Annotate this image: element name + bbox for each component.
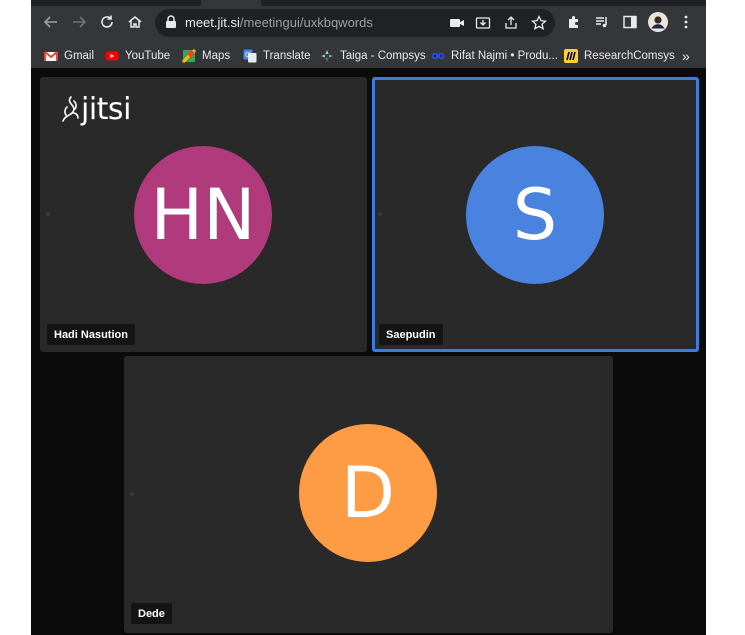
- taiga-icon: [321, 50, 333, 62]
- connection-indicator[interactable]: [46, 212, 50, 216]
- browser-toolbar: meet.jit.si/meetingui/uxkbqwords: [31, 0, 706, 44]
- jitsi-logo-text: jitsi: [81, 92, 131, 127]
- bookmark-label: ResearchComsys: [584, 50, 675, 62]
- side-panel-button[interactable]: [620, 12, 640, 32]
- url-host: meet.jit.si: [185, 15, 240, 30]
- reload-button[interactable]: [97, 12, 117, 32]
- participant-tile[interactable]: jitsi HN Hadi Nasution: [40, 77, 367, 352]
- forward-arrow-icon: [73, 16, 87, 28]
- meeting-stage: jitsi HN Hadi Nasution S Saepudin D Dede: [31, 68, 706, 635]
- url-text: meet.jit.si/meetingui/uxkbqwords: [185, 15, 373, 30]
- bookmark-taiga[interactable]: Taiga - Compsys: [320, 44, 426, 68]
- bookmark-label: Maps: [202, 50, 231, 62]
- address-bar[interactable]: meet.jit.si/meetingui/uxkbqwords: [155, 9, 555, 37]
- overflow-chevron: »: [682, 48, 690, 64]
- connection-indicator[interactable]: [378, 212, 382, 216]
- participant-tile[interactable]: D Dede: [124, 356, 613, 633]
- bookmark-label: Rifat Najmi • Produ...: [451, 50, 558, 62]
- side-panel-icon: [623, 15, 637, 29]
- avatar: D: [299, 424, 437, 562]
- camera-permission-icon[interactable]: [449, 15, 465, 31]
- bookmark-youtube[interactable]: YouTube: [105, 44, 170, 68]
- tab-strip: [31, 0, 706, 6]
- display-name: Saepudin: [379, 324, 443, 345]
- participant-tile-active[interactable]: S Saepudin: [372, 77, 699, 352]
- queue-music-icon: [596, 17, 607, 28]
- home-icon: [128, 16, 142, 28]
- youtube-icon: [105, 51, 119, 61]
- jitsi-logo-icon: [62, 95, 79, 122]
- miro-icon: [564, 49, 578, 63]
- bookmark-gmail[interactable]: Gmail: [44, 44, 94, 68]
- maps-icon: [182, 49, 196, 63]
- reload-icon: [101, 15, 113, 28]
- avatar-initials: HN: [150, 174, 256, 256]
- translate-icon: G: [243, 49, 257, 63]
- home-button[interactable]: [125, 12, 145, 32]
- profile-button[interactable]: [648, 12, 668, 32]
- extensions-button[interactable]: [564, 12, 584, 32]
- bookmark-label: YouTube: [125, 50, 171, 62]
- more-vert-icon: [684, 15, 688, 29]
- avatar: HN: [134, 146, 272, 284]
- bookmarks-overflow-button[interactable]: »: [682, 44, 690, 68]
- bookmark-rifat-najmi[interactable]: Rifat Najmi • Produ...: [431, 44, 558, 68]
- install-app-icon[interactable]: [475, 15, 491, 31]
- lock-icon[interactable]: [165, 15, 177, 29]
- profile-avatar-icon: [648, 12, 668, 32]
- bookmarks-bar: Gmail YouTube Maps G Translate Taiga - C…: [31, 44, 706, 69]
- avatar-initials: D: [341, 452, 395, 534]
- bookmark-researchcomsys[interactable]: ResearchComsys: [564, 44, 675, 68]
- jitsi-watermark: jitsi: [59, 92, 131, 127]
- share-icon[interactable]: [503, 15, 519, 31]
- forward-button[interactable]: [69, 12, 89, 32]
- browser-window: meet.jit.si/meetingui/uxkbqwords Gmail Y…: [31, 0, 706, 635]
- url-path: /meetingui/uxkbqwords: [239, 15, 373, 30]
- star-icon[interactable]: [531, 15, 547, 31]
- bookmark-label: Gmail: [64, 50, 95, 62]
- bookmark-label: Taiga - Compsys: [340, 50, 426, 62]
- media-control-button[interactable]: [592, 12, 612, 32]
- svg-text:G: G: [245, 52, 250, 59]
- display-name: Hadi Nasution: [47, 324, 135, 345]
- back-button[interactable]: [41, 12, 61, 32]
- bookmark-label: Translate: [263, 50, 311, 62]
- avatar-initials: S: [512, 174, 558, 256]
- bookmark-site-icon: [431, 52, 445, 60]
- bookmark-translate[interactable]: G Translate: [243, 44, 311, 68]
- bookmark-maps[interactable]: Maps: [182, 44, 230, 68]
- display-name: Dede: [131, 603, 172, 624]
- active-tab[interactable]: [201, 0, 261, 6]
- puzzle-icon: [569, 16, 578, 28]
- gmail-icon: [44, 51, 58, 61]
- browser-menu-button[interactable]: [676, 12, 696, 32]
- connection-indicator[interactable]: [130, 492, 134, 496]
- back-arrow-icon: [43, 16, 57, 28]
- avatar: S: [466, 146, 604, 284]
